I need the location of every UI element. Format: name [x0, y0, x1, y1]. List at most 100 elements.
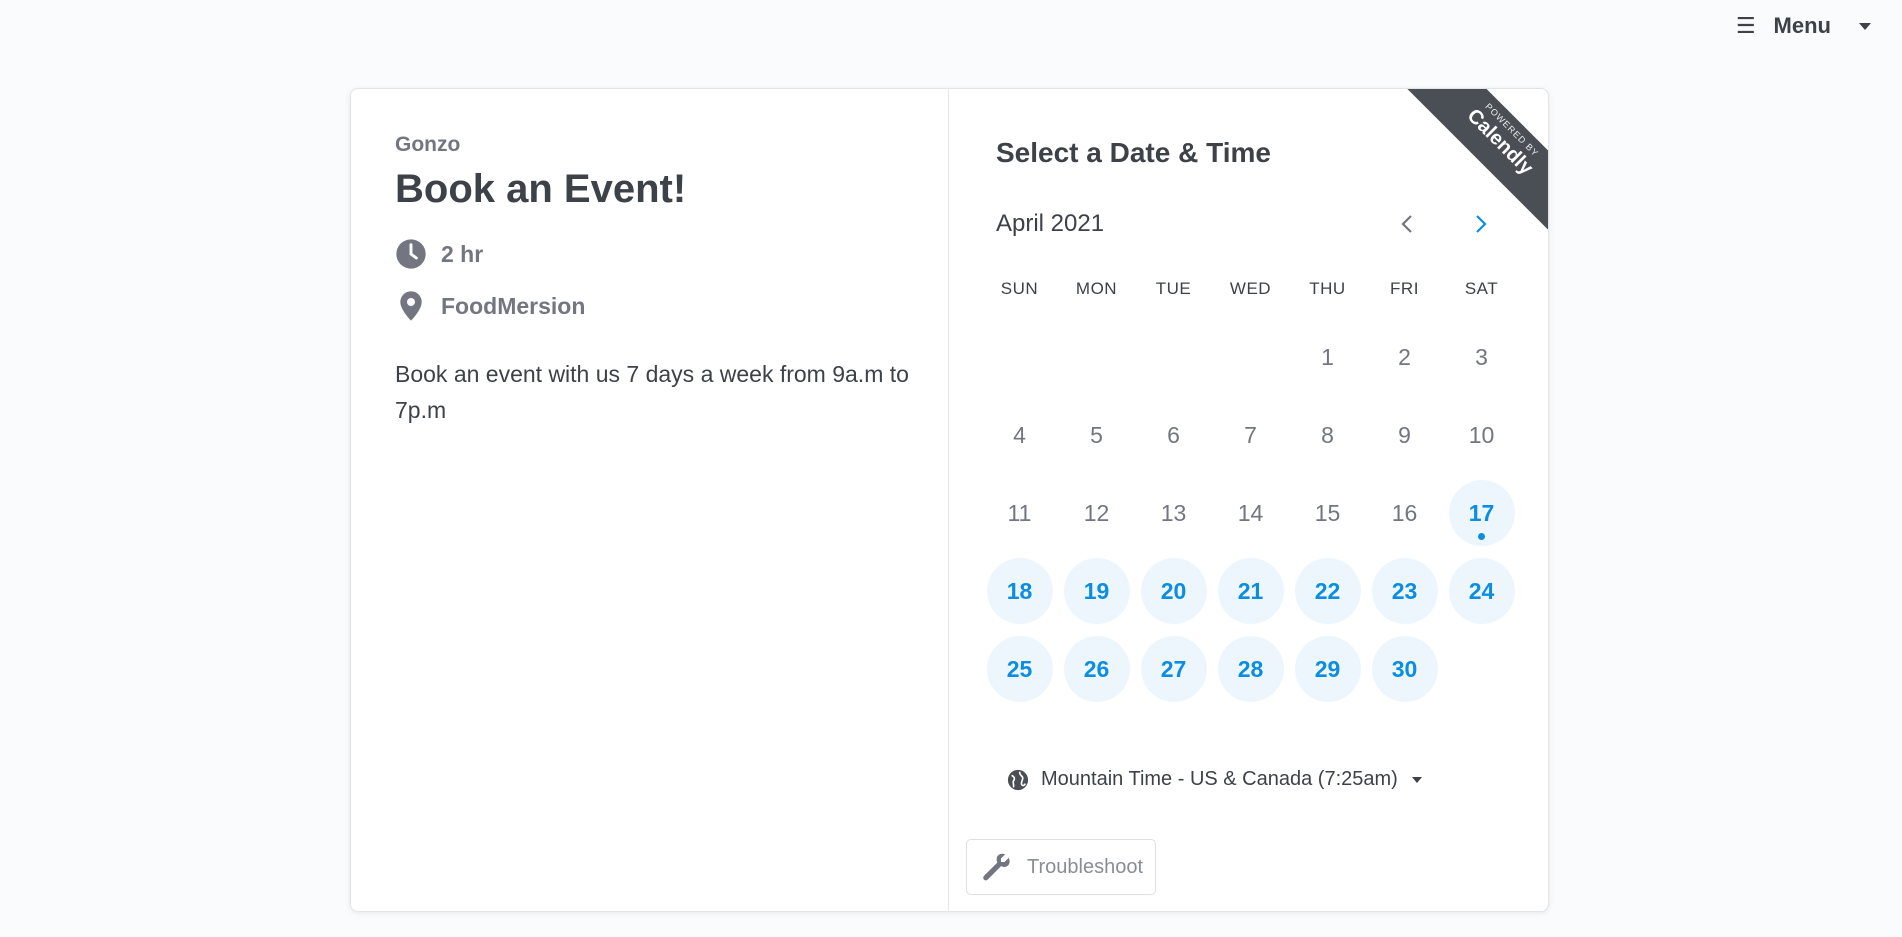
weekday-label: THU [1309, 279, 1346, 298]
calendar-day-number: 23 [1371, 558, 1438, 624]
calendar-day[interactable]: 25 [981, 630, 1058, 708]
calendar-day-number: 28 [1217, 636, 1284, 702]
weekday-label: SUN [1000, 279, 1039, 298]
calendar-day: 12 [1058, 474, 1135, 552]
calendar-day-number: 26 [1063, 636, 1130, 702]
calendar-day: 5 [1058, 396, 1135, 474]
calendar-day: 4 [981, 396, 1058, 474]
calendar-day[interactable]: 19 [1058, 552, 1135, 630]
calendar-day[interactable]: 28 [1212, 630, 1289, 708]
calendar-day: 11 [981, 474, 1058, 552]
timezone-label: Mountain Time - US & Canada (7:25am) [1041, 768, 1398, 790]
calendar-day: 2 [1366, 318, 1443, 396]
calendar-day[interactable]: 24 [1443, 552, 1520, 630]
calendar-day: 6 [1135, 396, 1212, 474]
calendar-day-empty [1212, 318, 1289, 396]
calendar-day-number: 11 [1007, 499, 1032, 526]
troubleshoot-label: Troubleshoot [1027, 855, 1143, 878]
calendar-day-number: 9 [1398, 421, 1411, 448]
calendar-day-number: 30 [1371, 636, 1438, 702]
menu-button[interactable]: ☰ Menu [1736, 13, 1871, 39]
calendar-day-number: 22 [1294, 558, 1361, 624]
timezone-selector[interactable]: Mountain Time - US & Canada (7:25am) [1007, 768, 1548, 791]
event-duration: 2 hr [395, 238, 904, 270]
calendar-day[interactable]: 23 [1366, 552, 1443, 630]
calendar-day-number: 14 [1237, 499, 1264, 526]
calendar-day-number: 24 [1448, 558, 1515, 624]
calendar-day: 1 [1289, 318, 1366, 396]
calendar-day-number: 6 [1167, 421, 1180, 448]
calendar-grid: 1 2 3 4 5 6 7 8 9 10 11 12 13 14 15 16 17 18 19 20 21 22 23 24 2… [981, 318, 1548, 708]
clock-icon [396, 239, 426, 269]
calendar-day[interactable]: 26 [1058, 630, 1135, 708]
calendar-day: 9 [1366, 396, 1443, 474]
calendar-day-number: 2 [1398, 343, 1411, 370]
caret-down-icon [1859, 22, 1871, 30]
calendar-day-number: 25 [986, 636, 1053, 702]
calendar-day-number: 21 [1217, 558, 1284, 624]
caret-down-icon [1411, 776, 1422, 783]
weekday-label: TUE [1155, 279, 1192, 298]
location-pin-icon [400, 291, 422, 321]
weekday-label: MON [1075, 279, 1118, 298]
calendar-day: 3 [1443, 318, 1520, 396]
calendar-day: 8 [1289, 396, 1366, 474]
calendar-day: 16 [1366, 474, 1443, 552]
weekday-label: SAT [1464, 279, 1499, 298]
calendar-day-number: 10 [1468, 421, 1495, 448]
calendar-day-number [1218, 324, 1284, 390]
event-description: Book an event with us 7 days a week from… [395, 361, 909, 423]
calendar-day-empty [1135, 318, 1212, 396]
calendar-day-number: 13 [1160, 499, 1187, 526]
duration-text: 2 hr [441, 240, 484, 267]
troubleshoot-button[interactable]: Troubleshoot [966, 839, 1156, 895]
calendar-day-number: 20 [1140, 558, 1207, 624]
calendar-day-number: 15 [1314, 499, 1341, 526]
calendar-day[interactable]: 18 [981, 552, 1058, 630]
calendar-day[interactable]: 30 [1366, 630, 1443, 708]
calendar-day-number: 29 [1294, 636, 1361, 702]
calendar-day: 13 [1135, 474, 1212, 552]
calendar-day-number: 7 [1244, 421, 1257, 448]
calendar-day[interactable]: 22 [1289, 552, 1366, 630]
next-month-button[interactable] [1464, 207, 1498, 241]
calendar-day: 10 [1443, 396, 1520, 474]
calendar-day-number: 12 [1083, 499, 1110, 526]
calendar-day-empty [981, 318, 1058, 396]
hamburger-icon: ☰ [1735, 13, 1756, 38]
scheduler-panel: POWERED BY Calendly Select a Date & Time… [949, 89, 1548, 911]
previous-month-button[interactable] [1390, 207, 1424, 241]
menu-label: Menu [1773, 13, 1831, 38]
calendar-day-number: 18 [986, 558, 1053, 624]
wrench-icon [983, 853, 1010, 881]
event-location: FoodMersion [395, 290, 904, 322]
calendar-day-number: 19 [1063, 558, 1130, 624]
weekday-header: SUN MON TUE WED THU FRI SAT [981, 279, 1548, 299]
event-details-panel: Gonzo Book an Event! 2 hr FoodMersion Bo… [351, 89, 949, 911]
calendar-day-number [987, 324, 1053, 390]
today-indicator-dot [1478, 533, 1485, 540]
weekday-label: FRI [1390, 279, 1419, 298]
globe-icon [1007, 769, 1029, 790]
calendar-day[interactable]: 29 [1289, 630, 1366, 708]
calendar-day-number: 3 [1475, 343, 1488, 370]
calendar-day[interactable]: 21 [1212, 552, 1289, 630]
calendar-day[interactable]: 17 [1443, 474, 1520, 552]
calendar-day[interactable]: 27 [1135, 630, 1212, 708]
month-label: April 2021 [996, 210, 1105, 237]
calendar-day-number [1141, 324, 1207, 390]
booking-card: Gonzo Book an Event! 2 hr FoodMersion Bo… [350, 88, 1549, 912]
calendar-day: 15 [1289, 474, 1366, 552]
calendar-day-number: 27 [1140, 636, 1207, 702]
weekday-label: WED [1229, 279, 1272, 298]
event-title: Book an Event! [395, 167, 687, 211]
organizer-name: Gonzo [395, 133, 461, 156]
chevron-right-icon [1476, 215, 1487, 233]
calendar-day-number: 1 [1321, 343, 1334, 370]
calendar-day-number [1064, 324, 1130, 390]
calendar-day: 7 [1212, 396, 1289, 474]
calendar-day-number: 16 [1391, 499, 1418, 526]
month-navigation: April 2021 [996, 207, 1498, 241]
calendar-day[interactable]: 20 [1135, 552, 1212, 630]
chevron-left-icon [1401, 215, 1412, 233]
